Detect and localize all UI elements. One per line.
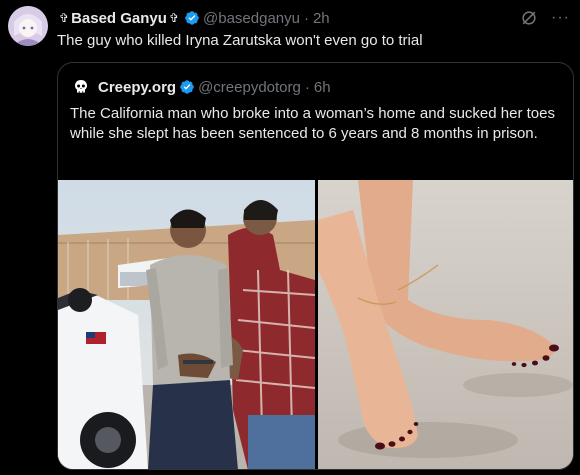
- quote-text: The California man who broke into a woma…: [70, 105, 555, 142]
- quoted-post[interactable]: Creepy.org @creepydotorg · 6h The Califo…: [57, 62, 574, 470]
- post-text: The guy who killed Iryna Zarutska won't …: [57, 32, 423, 49]
- quote-avatar[interactable]: [70, 76, 92, 98]
- display-name[interactable]: Based Ganyu: [71, 10, 167, 27]
- avatar-image: [8, 6, 48, 46]
- more-icon[interactable]: ···: [551, 8, 570, 28]
- quote-media: [58, 180, 573, 469]
- grok-icon[interactable]: [519, 8, 539, 28]
- post[interactable]: ✞ Based Ganyu ✞ @basedganyu · 2h ··· The…: [0, 0, 580, 475]
- name-prefix-symbol: ✞: [59, 11, 70, 25]
- arrest-photo: [58, 180, 315, 469]
- quote-header: Creepy.org @creepydotorg · 6h: [70, 76, 331, 98]
- quote-separator: ·: [304, 78, 310, 96]
- separator: ·: [303, 9, 309, 27]
- post-header: ✞ Based Ganyu ✞ @basedganyu · 2h: [57, 8, 520, 28]
- skull-icon: [75, 80, 87, 93]
- name-suffix-symbol: ✞: [168, 11, 179, 25]
- media-image-feet[interactable]: [318, 180, 573, 469]
- quote-display-name[interactable]: Creepy.org: [98, 79, 176, 96]
- quote-handle[interactable]: @creepydotorg: [198, 79, 301, 96]
- verified-badge-icon: [185, 11, 199, 25]
- quote-timestamp[interactable]: 6h: [314, 79, 331, 96]
- post-actions: ···: [519, 8, 570, 28]
- avatar[interactable]: [8, 6, 48, 46]
- timestamp[interactable]: 2h: [313, 10, 330, 27]
- media-image-arrest[interactable]: [58, 180, 315, 469]
- handle[interactable]: @basedganyu: [203, 10, 300, 27]
- verified-badge-icon: [180, 80, 194, 94]
- feet-photo: [318, 180, 573, 469]
